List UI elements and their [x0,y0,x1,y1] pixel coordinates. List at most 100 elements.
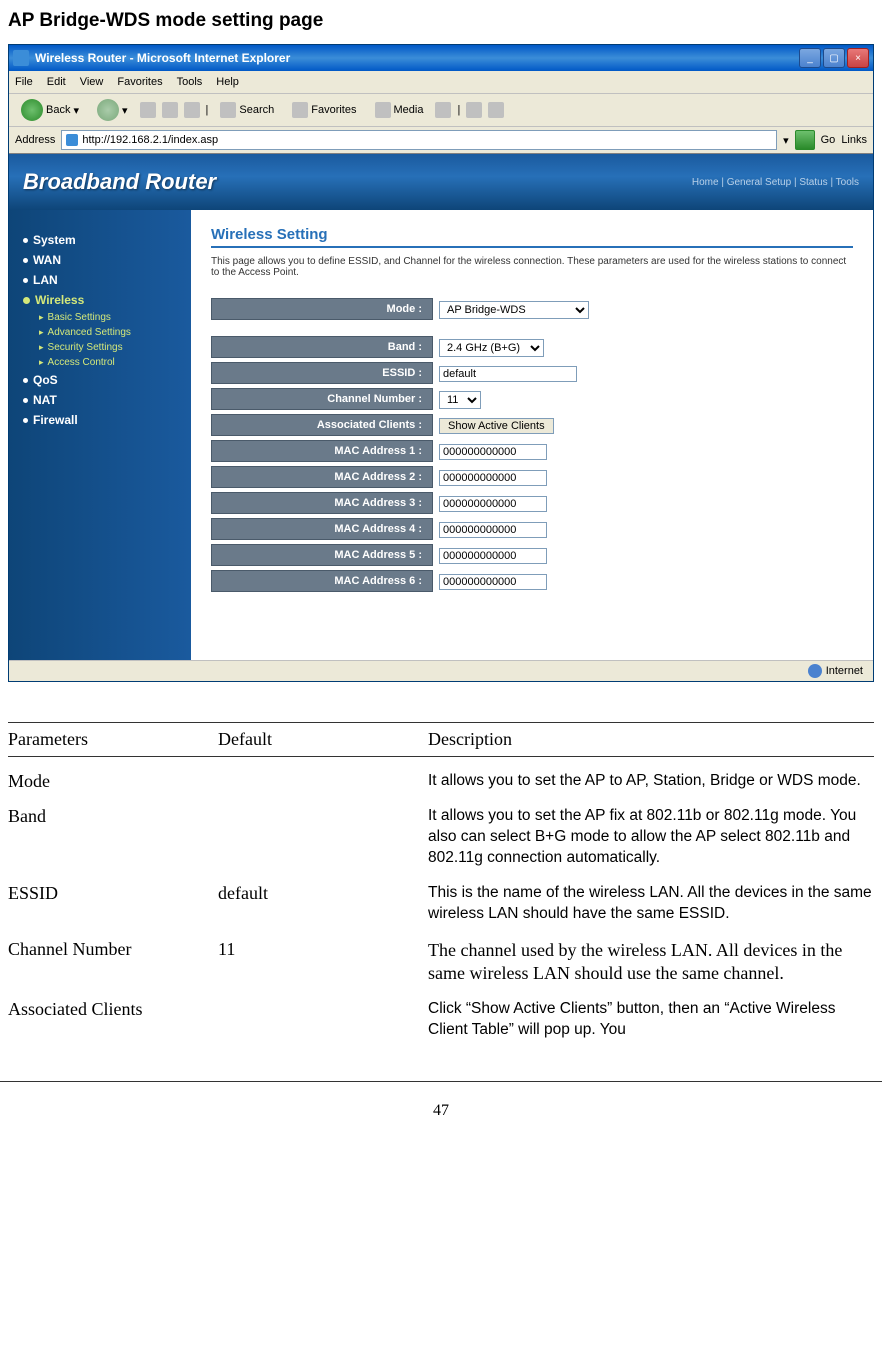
mac4-label: MAC Address 4 : [211,518,433,540]
chevron-down-icon[interactable]: ▾ [783,134,789,147]
bullet-icon [23,238,28,243]
sidebar-item-system[interactable]: System [23,230,191,250]
sidebar-item-nat[interactable]: NAT [23,390,191,410]
forward-button[interactable]: ▾ [91,97,134,123]
sidebar-item-qos[interactable]: QoS [23,370,191,390]
media-icon [375,102,391,118]
status-text: Internet [826,665,863,677]
mac5-input[interactable] [439,548,547,564]
mac6-input[interactable] [439,574,547,590]
arrow-icon: ▸ [39,357,44,368]
bullet-icon [23,378,28,383]
param-desc: It allows you to set the AP fix at 802.1… [428,806,874,869]
sidebar-item-wan[interactable]: WAN [23,250,191,270]
media-label: Media [394,104,424,116]
bullet-icon [23,278,28,283]
menu-help[interactable]: Help [216,76,239,88]
refresh-icon[interactable] [162,102,178,118]
address-value: http://192.168.2.1/index.asp [82,134,218,146]
mac4-input[interactable] [439,522,547,538]
chevron-down-icon: ▾ [122,104,128,117]
mac1-input[interactable] [439,444,547,460]
form-row-mac3: MAC Address 3 : [211,492,853,514]
minimize-button[interactable]: _ [799,48,821,68]
content-area: Wireless Setting This page allows you to… [191,210,873,660]
mode-select[interactable]: AP Bridge-WDS [439,301,589,319]
chevron-down-icon: ▾ [73,104,79,117]
mac5-label: MAC Address 5 : [211,544,433,566]
sidebar-label: Firewall [33,413,78,427]
essid-label: ESSID : [211,362,433,384]
sidebar-sub-advanced[interactable]: ▸Advanced Settings [23,325,191,340]
form-row-assoc: Associated Clients : Show Active Clients [211,414,853,436]
sidebar-label: Wireless [35,293,84,307]
links-label[interactable]: Links [841,134,867,146]
param-name: Mode [8,771,218,792]
toolbar: Back ▾ ▾ | Search Favorites Media | [9,94,873,127]
mac2-input[interactable] [439,470,547,486]
stop-icon[interactable] [140,102,156,118]
menu-tools[interactable]: Tools [177,76,203,88]
favorites-icon [292,102,308,118]
window-title: Wireless Router - Microsoft Internet Exp… [35,51,290,65]
mail-icon[interactable] [466,102,482,118]
sidebar-item-lan[interactable]: LAN [23,270,191,290]
favorites-button[interactable]: Favorites [286,100,362,120]
print-icon[interactable] [488,102,504,118]
sub-label: Advanced Settings [48,327,131,338]
essid-input[interactable] [439,366,577,382]
sidebar-label: LAN [33,273,58,287]
form-row-mac2: MAC Address 2 : [211,466,853,488]
home-icon[interactable] [184,102,200,118]
menu-favorites[interactable]: Favorites [117,76,162,88]
param-desc: It allows you to set the AP to AP, Stati… [428,771,874,792]
go-label: Go [821,134,836,146]
sidebar-item-wireless[interactable]: Wireless [23,290,191,310]
media-button[interactable]: Media [369,100,430,120]
address-input[interactable]: http://192.168.2.1/index.asp [61,130,777,150]
sidebar-sub-access[interactable]: ▸ Access Control [23,355,191,370]
history-icon[interactable] [435,102,451,118]
bullet-icon [23,258,28,263]
menu-edit[interactable]: Edit [47,76,66,88]
maximize-button[interactable]: ▢ [823,48,845,68]
addressbar: Address http://192.168.2.1/index.asp ▾ G… [9,127,873,154]
sidebar-label: WAN [33,253,61,267]
router-top-links[interactable]: Home | General Setup | Status | Tools [692,177,859,188]
arrow-icon: ▸ [39,342,44,353]
favorites-label: Favorites [311,104,356,116]
table-row: ESSID default This is the name of the wi… [8,869,874,925]
show-active-clients-button[interactable]: Show Active Clients [439,418,554,434]
menubar: File Edit View Favorites Tools Help [9,71,873,94]
menu-file[interactable]: File [15,76,33,88]
page-icon [66,134,78,146]
menu-view[interactable]: View [80,76,104,88]
forward-icon [97,99,119,121]
go-button[interactable] [795,130,815,150]
bullet-icon [23,418,28,423]
form-row-mac1: MAC Address 1 : [211,440,853,462]
sidebar-sub-security[interactable]: ▸ Security Settings [23,340,191,355]
internet-icon [808,664,822,678]
sidebar-sub-basic[interactable]: ▸Basic Settings [23,310,191,325]
sub-label: Access Control [48,357,115,368]
page-footer: 47 [0,1081,882,1120]
params-header: Parameters Default Description [8,722,874,757]
page-number: 47 [433,1102,449,1119]
band-select[interactable]: 2.4 GHz (B+G) [439,339,544,357]
close-button[interactable]: × [847,48,869,68]
sidebar-item-firewall[interactable]: Firewall [23,410,191,430]
mac3-input[interactable] [439,496,547,512]
assoc-label: Associated Clients : [211,414,433,436]
sub-label: Security Settings [48,342,123,353]
param-name: ESSID [8,883,218,904]
separator: | [457,104,460,116]
header-description: Description [428,729,874,750]
channel-select[interactable]: 11 [439,391,481,409]
back-button[interactable]: Back ▾ [15,97,85,123]
param-default: 11 [218,939,428,960]
section-title: Wireless Setting [211,226,853,248]
search-button[interactable]: Search [214,100,280,120]
param-desc: This is the name of the wireless LAN. Al… [428,883,874,925]
header-default: Default [218,729,428,750]
